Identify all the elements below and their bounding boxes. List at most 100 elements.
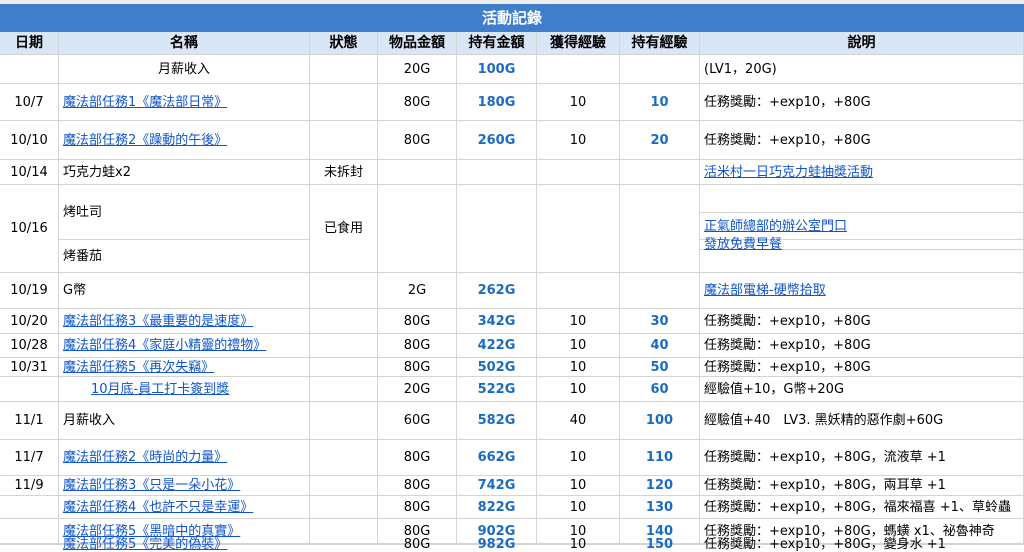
- cell-name[interactable]: 魔法部任務5《再次失竊》: [59, 358, 310, 377]
- cell-date[interactable]: 10/20: [0, 309, 59, 334]
- cell-held-exp[interactable]: 10: [620, 84, 700, 121]
- cell-name[interactable]: 月薪收入: [59, 55, 310, 84]
- cell-holding-amount[interactable]: 822G: [457, 496, 537, 519]
- cell-gained-exp[interactable]: 10: [537, 121, 620, 160]
- cell-note[interactable]: 任務獎勵：+exp10，+80G: [700, 121, 1024, 160]
- cell-status[interactable]: [310, 377, 378, 402]
- cell-holding-amount[interactable]: 662G: [457, 440, 537, 476]
- cell-date[interactable]: [0, 519, 59, 544]
- cell-holding-amount[interactable]: [457, 185, 537, 273]
- cell-date[interactable]: [0, 377, 59, 402]
- cell-name[interactable]: 魔法部任務4《也許不只是幸運》: [59, 496, 310, 519]
- cell-item-amount[interactable]: 20G: [378, 55, 457, 84]
- cell-status[interactable]: [310, 334, 378, 358]
- cell-note[interactable]: 正氣師總部的辦公室門口: [700, 213, 1024, 240]
- cell-holding-amount[interactable]: 180G: [457, 84, 537, 121]
- cell-held-exp[interactable]: 120: [620, 476, 700, 496]
- header-exp[interactable]: 持有經驗: [620, 32, 700, 55]
- header-hold[interactable]: 持有金額: [457, 32, 537, 55]
- cell-note[interactable]: 經驗值+40 LV3. 黑妖精的惡作劇+60G: [700, 402, 1024, 440]
- cell-held-exp[interactable]: 50: [620, 358, 700, 377]
- cell-note[interactable]: 任務獎勵：+exp10，+80G，流液草 +1: [700, 440, 1024, 476]
- cell-date[interactable]: 10/16: [0, 185, 59, 273]
- cell-item-amount[interactable]: 80G: [378, 538, 457, 551]
- cell-name[interactable]: 魔法部任務2《躁動的午後》: [59, 121, 310, 160]
- cell-item-amount[interactable]: 2G: [378, 273, 457, 309]
- cell-item-amount[interactable]: 80G: [378, 496, 457, 519]
- cell-note[interactable]: (LV1，20G): [700, 55, 1024, 84]
- cell-held-exp[interactable]: 30: [620, 309, 700, 334]
- cell-holding-amount[interactable]: 522G: [457, 377, 537, 402]
- cell-note[interactable]: 活米村一日巧克力蛙抽獎活動: [700, 160, 1024, 185]
- cell-status[interactable]: [310, 273, 378, 309]
- cell-gained-exp[interactable]: [537, 55, 620, 84]
- cell-held-exp[interactable]: 130: [620, 496, 700, 519]
- cell-status[interactable]: [310, 519, 378, 544]
- cell-held-exp[interactable]: 60: [620, 377, 700, 402]
- cell-gained-exp[interactable]: 10: [537, 440, 620, 476]
- header-item[interactable]: 物品金額: [378, 32, 457, 55]
- cell-date[interactable]: 10/7: [0, 84, 59, 121]
- cell-status[interactable]: [310, 358, 378, 377]
- cell-date[interactable]: 10/10: [0, 121, 59, 160]
- cell-holding-amount[interactable]: 502G: [457, 358, 537, 377]
- cell-name[interactable]: 魔法部任務2《時尚的力量》: [59, 440, 310, 476]
- header-status[interactable]: 狀態: [310, 32, 378, 55]
- cell-note[interactable]: 任務獎勵：+exp10，+80G: [700, 334, 1024, 358]
- cell-name[interactable]: 魔法部任務4《家庭小精靈的禮物》: [59, 334, 310, 358]
- cell-holding-amount[interactable]: 982G: [457, 538, 537, 551]
- cell-holding-amount[interactable]: 262G: [457, 273, 537, 309]
- cell-status[interactable]: [310, 476, 378, 496]
- cell-note[interactable]: 任務獎勵：+exp10，+80G，變身水 +1: [700, 538, 1024, 551]
- cell-date[interactable]: 11/1: [0, 402, 59, 440]
- cell-date[interactable]: 11/9: [0, 476, 59, 496]
- cell-holding-amount[interactable]: 422G: [457, 334, 537, 358]
- cell-gained-exp[interactable]: 10: [537, 538, 620, 551]
- cell-held-exp[interactable]: [620, 273, 700, 309]
- cell-note-empty[interactable]: [700, 185, 1024, 213]
- cell-held-exp[interactable]: 150: [620, 538, 700, 551]
- cell-name[interactable]: 魔法部任務3《最重要的是速度》: [59, 309, 310, 334]
- cell-holding-amount[interactable]: 742G: [457, 476, 537, 496]
- cell-name[interactable]: 烤番茄: [59, 240, 310, 273]
- cell-item-amount[interactable]: 80G: [378, 121, 457, 160]
- cell-date[interactable]: [0, 496, 59, 519]
- cell-name[interactable]: 魔法部任務3《只是一朵小花》: [59, 476, 310, 496]
- cell-date[interactable]: 10/31: [0, 358, 59, 377]
- cell-item-amount[interactable]: 60G: [378, 402, 457, 440]
- cell-status[interactable]: 未拆封: [310, 160, 378, 185]
- cell-note[interactable]: 魔法部電梯-硬幣拾取: [700, 273, 1024, 309]
- cell-note[interactable]: 經驗值+10，G幣+20G: [700, 377, 1024, 402]
- cell-holding-amount[interactable]: 260G: [457, 121, 537, 160]
- cell-status[interactable]: [310, 309, 378, 334]
- cell-gained-exp[interactable]: 10: [537, 377, 620, 402]
- cell-name[interactable]: 10月底-員工打卡簽到獎: [59, 377, 310, 402]
- cell-item-amount[interactable]: 20G: [378, 377, 457, 402]
- cell-name[interactable]: 魔法部任務1《魔法部日常》: [59, 84, 310, 121]
- cell-gained-exp[interactable]: 10: [537, 84, 620, 121]
- cell-holding-amount[interactable]: [457, 160, 537, 185]
- cell-status[interactable]: [310, 440, 378, 476]
- cell-date[interactable]: 10/14: [0, 160, 59, 185]
- cell-held-exp[interactable]: 110: [620, 440, 700, 476]
- cell-note[interactable]: 發放免費早餐: [700, 238, 1024, 251]
- header-gain[interactable]: 獲得經驗: [537, 32, 620, 55]
- cell-gained-exp[interactable]: 10: [537, 358, 620, 377]
- cell-item-amount[interactable]: 80G: [378, 358, 457, 377]
- cell-item-amount[interactable]: 80G: [378, 476, 457, 496]
- cell-note[interactable]: 任務獎勵：+exp10，+80G: [700, 309, 1024, 334]
- cell-holding-amount[interactable]: 342G: [457, 309, 537, 334]
- cell-gained-exp[interactable]: [537, 185, 620, 273]
- cell-date[interactable]: 10/28: [0, 334, 59, 358]
- cell-name[interactable]: 烤吐司: [59, 185, 310, 240]
- cell-note[interactable]: 任務獎勵：+exp10，+80G，兩耳草 +1: [700, 476, 1024, 496]
- cell-note[interactable]: 任務獎勵：+exp10，+80G，福來福喜 +1、草蛉蟲: [700, 496, 1024, 519]
- cell-item-amount[interactable]: [378, 160, 457, 185]
- header-name[interactable]: 名稱: [59, 32, 310, 55]
- cell-date[interactable]: [0, 55, 59, 84]
- cell-date[interactable]: 10/19: [0, 273, 59, 309]
- cell-note[interactable]: 任務獎勵：+exp10，+80G: [700, 84, 1024, 121]
- cell-held-exp[interactable]: 40: [620, 334, 700, 358]
- cell-gained-exp[interactable]: [537, 160, 620, 185]
- cell-name[interactable]: 魔法部任務5《完美的偽裝》: [59, 538, 310, 551]
